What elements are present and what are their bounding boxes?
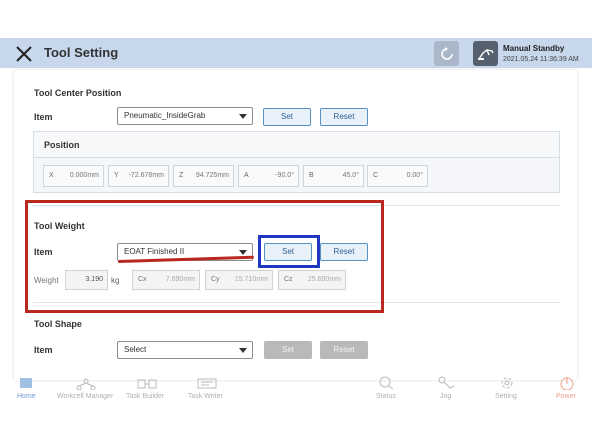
gear-icon <box>501 377 513 389</box>
tcp-field-value: 0.00 <box>406 172 421 179</box>
refresh-icon <box>440 46 453 60</box>
tcp-field-c[interactable]: C 0.00° <box>367 165 428 187</box>
nav-item-jog[interactable]: Jog <box>440 393 451 400</box>
shape-section-title: Tool Shape <box>34 319 82 329</box>
highlight-set-button-box <box>258 235 320 268</box>
tcp-field-y[interactable]: Y -72.678mm <box>108 165 169 187</box>
nav-item-power[interactable]: Power <box>556 393 576 400</box>
tcp-field-value: 0.000 <box>69 172 88 179</box>
tcp-field-value: 45.0 <box>342 172 357 179</box>
power-icon <box>560 377 574 390</box>
tcp-field-label: B <box>309 172 314 179</box>
robot-arm-icon[interactable] <box>473 41 498 66</box>
position-title: Position <box>44 140 80 150</box>
shape-reset-button[interactable]: Reset <box>320 341 368 359</box>
nav-item-task-builder[interactable]: Task Builder <box>126 393 164 400</box>
shape-item-select[interactable]: Select <box>117 341 253 359</box>
shape-item-label: Item <box>34 345 53 355</box>
nav-item-home[interactable]: Home <box>17 393 36 400</box>
shape-selected-value: Select <box>124 345 147 354</box>
tcp-field-label: Y <box>114 172 119 179</box>
tcp-field-a[interactable]: A -90.0° <box>238 165 299 187</box>
nav-item-task-writer[interactable]: Task Writer <box>188 393 223 400</box>
workcell-icon <box>76 378 96 390</box>
robot-status: Manual Standby <box>503 44 565 53</box>
chevron-down-icon <box>239 348 247 353</box>
page-title: Tool Setting <box>44 45 119 60</box>
shape-set-button[interactable]: Set <box>264 341 312 359</box>
tcp-field-b[interactable]: B 45.0° <box>303 165 364 187</box>
tcp-field-label: X <box>49 172 54 179</box>
tcp-selected-value: Pneumatic_InsideGrab <box>124 111 206 120</box>
tcp-field-unit: ° <box>291 172 294 179</box>
tcp-field-unit: ° <box>356 172 359 179</box>
position-panel-header: Position <box>34 132 559 158</box>
tcp-field-z[interactable]: Z 94.725mm <box>173 165 234 187</box>
tcp-field-x[interactable]: X 0.000mm <box>43 165 104 187</box>
refresh-button[interactable] <box>434 41 459 66</box>
tcp-field-value: 94.725 <box>195 172 218 179</box>
tcp-field-label: A <box>244 172 249 179</box>
task-builder-icon <box>137 379 157 389</box>
nav-item-setting[interactable]: Setting <box>495 393 517 400</box>
tcp-field-label: Z <box>179 172 184 179</box>
task-writer-icon <box>197 378 217 389</box>
nav-item-workcell-manager[interactable]: Workcell Manager <box>57 393 113 400</box>
tcp-field-unit: ° <box>420 172 423 179</box>
home-icon <box>20 378 32 388</box>
tcp-reset-button[interactable]: Reset <box>320 108 368 126</box>
tcp-set-button[interactable]: Set <box>263 108 311 126</box>
tcp-section-title: Tool Center Position <box>34 88 122 98</box>
nav-item-status[interactable]: Status <box>376 393 396 400</box>
status-icon <box>379 376 394 390</box>
chevron-down-icon <box>239 114 247 119</box>
tcp-item-select[interactable]: Pneumatic_InsideGrab <box>117 107 253 125</box>
status-timestamp: 2021.05.24 11:36:39 AM <box>503 56 579 63</box>
jog-icon <box>438 376 455 389</box>
tcp-field-unit: mm <box>87 172 99 179</box>
tcp-item-label: Item <box>34 112 53 122</box>
tcp-field-value: -72.678 <box>128 172 153 179</box>
close-icon[interactable] <box>15 45 33 63</box>
tcp-field-label: C <box>373 172 379 179</box>
tcp-field-unit: mm <box>217 172 229 179</box>
tcp-field-value: -90.0 <box>275 172 292 179</box>
tcp-field-unit: mm <box>152 172 164 179</box>
